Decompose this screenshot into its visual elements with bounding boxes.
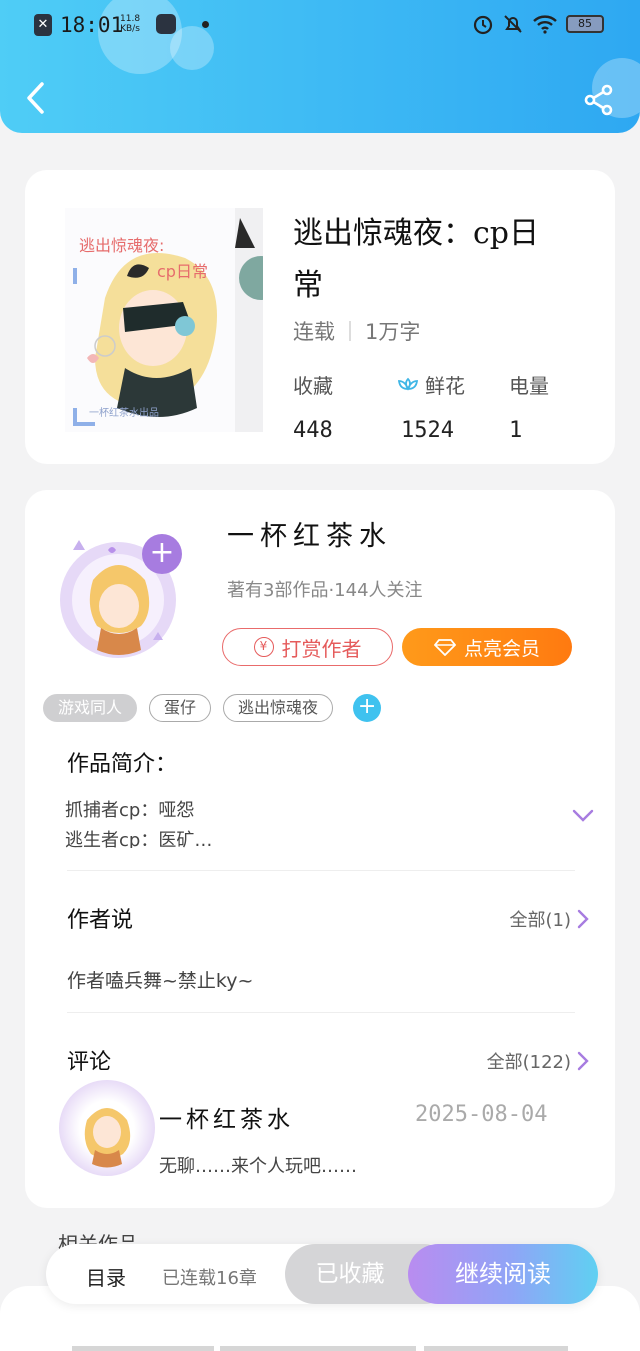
diamond-icon — [433, 639, 456, 656]
battery-indicator: 85 — [566, 15, 604, 33]
mute-bell-icon — [504, 15, 522, 33]
notification-icon: ✕ — [34, 14, 52, 36]
yen-icon: ¥ — [253, 637, 274, 657]
catalog-button[interactable]: 目录 — [86, 1262, 126, 1291]
author-summary: 著有3部作品·144人关注 — [227, 580, 423, 601]
comment-username[interactable]: 一杯红茶水 — [159, 1100, 294, 1134]
book-word-count: 1万字 — [365, 320, 421, 344]
status-time: 18:01 — [60, 13, 124, 37]
net-speed: 11.8 KB/s — [120, 14, 140, 34]
bottom-placeholder — [220, 1346, 416, 1351]
comment-date: 2025-08-04 — [415, 1102, 548, 1127]
section-divider — [67, 870, 575, 871]
book-status: 连载 — [293, 320, 335, 344]
tag-item[interactable]: 游戏同人 — [43, 694, 138, 722]
add-tag-button[interactable]: + — [353, 694, 382, 722]
power-label: 电量 — [509, 374, 549, 398]
power-value: 1 — [509, 418, 523, 443]
cover-subtitle-text: cp日常 — [157, 262, 208, 281]
tip-author-button[interactable]: ¥ 打赏作者 — [222, 628, 393, 666]
meta-divider — [349, 321, 351, 341]
favorites-label: 收藏 — [293, 374, 333, 398]
top-header: ✕ 18:01 11.8 KB/s 85 — [0, 0, 640, 133]
tip-author-label: 打赏作者 — [281, 636, 362, 661]
book-meta: 连载 1万字 — [293, 316, 420, 346]
status-dot-icon — [202, 21, 209, 28]
book-cover[interactable]: 逃出惊魂夜: cp日常 一杯红茶水出品 — [65, 208, 283, 432]
follow-author-button[interactable]: + — [142, 534, 182, 574]
status-bar: ✕ 18:01 11.8 KB/s 85 — [0, 0, 640, 52]
intro-line: 抓捕者cp：哑怨 — [65, 800, 195, 821]
comments-heading: 评论 — [67, 1050, 112, 1075]
share-button[interactable] — [584, 84, 614, 116]
vip-button[interactable]: 点亮会员 — [402, 628, 572, 666]
author-says-all-link[interactable]: 全部(1) — [510, 906, 590, 932]
expand-chevron-icon[interactable] — [571, 808, 595, 824]
collected-label: 已收藏 — [315, 1261, 385, 1287]
comments-all-link[interactable]: 全部(122) — [487, 1048, 589, 1074]
cover-title-text: 逃出惊魂夜: — [79, 236, 165, 255]
cover-credit-text: 一杯红茶水出品 — [89, 408, 159, 419]
flowers-stat: 鲜花 — [397, 370, 465, 399]
vip-label: 点亮会员 — [463, 637, 540, 660]
tag-item[interactable]: 逃出惊魂夜 — [223, 694, 334, 722]
detail-card: + 一杯红茶水 著有3部作品·144人关注 ¥ 打赏作者 点亮会员 游戏同人 蛋… — [25, 490, 615, 1208]
status-right-icons: 85 — [472, 13, 604, 35]
chevron-right-icon — [577, 1051, 589, 1071]
intro-text[interactable]: 抓捕者cp：哑怨 逃生者cp：医矿… — [65, 796, 545, 848]
flowers-label: 鲜花 — [425, 374, 465, 398]
tag-list: 游戏同人 蛋仔 逃出惊魂夜 + — [43, 694, 382, 722]
intro-heading: 作品简介： — [67, 752, 178, 777]
bottom-action-bar: 目录 已连载16章 已收藏 继续阅读 — [46, 1244, 598, 1304]
comment-avatar[interactable] — [59, 1080, 155, 1176]
music-app-icon — [156, 14, 176, 34]
book-title: 逃出惊魂夜：cp日常 — [293, 216, 540, 303]
bottom-placeholder — [72, 1346, 214, 1351]
net-speed-value: 11.8 — [120, 14, 141, 24]
wifi-icon — [533, 15, 557, 34]
intro-line: 逃生者cp：医矿… — [65, 830, 213, 848]
favorites-value: 448 — [293, 418, 333, 443]
author-says-text: 作者嗑兵舞~禁止ky~ — [67, 970, 254, 992]
author-says-all-label: 全部(1) — [509, 910, 572, 931]
book-info-card: 逃出惊魂夜: cp日常 一杯红茶水出品 逃出惊魂夜：cp日常 连载 1万字 收藏… — [25, 170, 615, 464]
comment-avatar-image — [84, 1108, 131, 1168]
serial-progress[interactable]: 已连载16章 — [162, 1264, 257, 1290]
back-button[interactable] — [22, 80, 52, 116]
net-speed-unit: KB/s — [120, 24, 140, 34]
flowers-value: 1524 — [401, 418, 454, 443]
alarm-icon — [473, 15, 493, 35]
author-name[interactable]: 一杯红茶水 — [227, 514, 392, 553]
tag-item[interactable]: 蛋仔 — [149, 694, 212, 722]
comments-all-label: 全部(122) — [486, 1052, 571, 1073]
chevron-right-icon — [577, 909, 589, 929]
author-says-heading: 作者说 — [67, 908, 134, 933]
bottom-placeholder — [424, 1346, 568, 1351]
continue-reading-button[interactable]: 继续阅读 — [408, 1244, 598, 1304]
comment-text: 无聊……来个人玩吧…… — [159, 1156, 357, 1177]
section-divider — [67, 1012, 575, 1013]
flower-icon — [397, 377, 419, 391]
